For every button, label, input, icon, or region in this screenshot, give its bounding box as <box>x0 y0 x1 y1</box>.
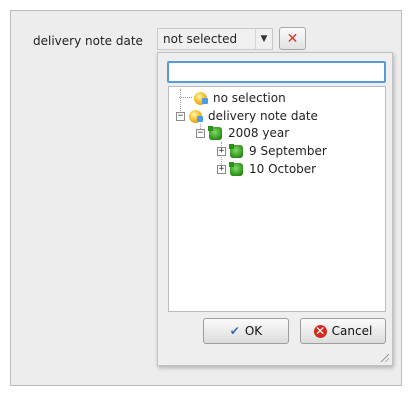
clear-icon: ✕ <box>286 30 299 47</box>
tree-item-delivery-note-date[interactable]: − delivery note date <box>176 107 318 125</box>
cancel-icon: ✕ <box>313 323 327 338</box>
checkmark-icon: ✔ <box>229 324 240 338</box>
yellow-folder-icon <box>189 109 203 123</box>
resize-grip-icon[interactable] <box>379 352 389 362</box>
ok-button[interactable]: ✔ OK <box>203 318 289 344</box>
green-folder-icon <box>229 161 243 176</box>
delivery-note-date-combo[interactable]: not selected ▼ <box>157 28 273 50</box>
combo-value: not selected <box>163 32 238 46</box>
yellow-folder-icon <box>194 91 208 105</box>
tree-item-9-september[interactable]: + 9 September <box>217 142 327 160</box>
delivery-note-date-label: delivery note date <box>33 34 143 48</box>
expand-icon[interactable]: + <box>217 146 226 156</box>
clear-selection-button[interactable]: ✕ <box>279 27 306 50</box>
collapse-icon[interactable]: − <box>176 111 185 121</box>
tree-item-2008-year[interactable]: − 2008 year <box>196 124 289 142</box>
tree-item-label: 10 October <box>249 162 317 176</box>
tree-search-input[interactable] <box>167 61 386 83</box>
tree-item-label: 2008 year <box>228 126 290 140</box>
tree-item-10-october[interactable]: + 10 October <box>217 160 316 178</box>
date-picker-popup: no selection − delivery note date − 2008… <box>157 52 393 366</box>
green-folder-icon <box>229 143 243 158</box>
tree-item-no-selection[interactable]: no selection <box>179 89 286 107</box>
date-tree: no selection − delivery note date − 2008… <box>168 86 386 312</box>
expand-icon[interactable]: + <box>217 164 226 174</box>
cancel-label: Cancel <box>331 324 373 338</box>
dropdown-arrow-icon[interactable]: ▼ <box>255 29 272 49</box>
tree-connector <box>179 97 192 99</box>
tree-item-label: no selection <box>213 91 286 105</box>
tree-item-label: delivery note date <box>208 109 318 123</box>
tree-item-label: 9 September <box>249 144 327 158</box>
collapse-icon[interactable]: − <box>196 128 205 138</box>
ok-label: OK <box>244 324 263 338</box>
green-folder-icon <box>208 125 222 140</box>
cancel-button[interactable]: ✕ Cancel <box>300 318 386 344</box>
